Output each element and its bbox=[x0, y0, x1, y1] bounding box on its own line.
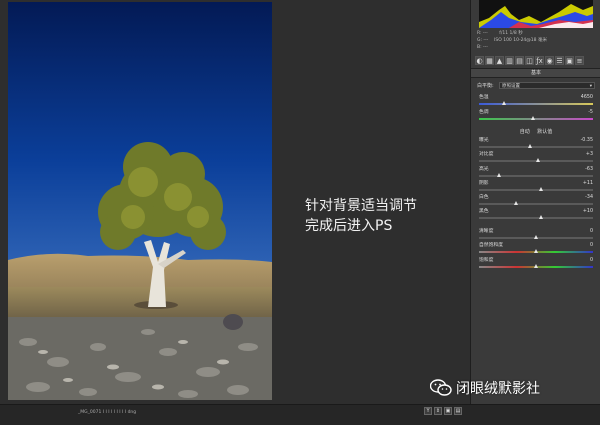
slider-row[interactable]: 饱和度 0 bbox=[477, 258, 595, 271]
chevron-down-icon: ▾ bbox=[589, 84, 592, 89]
slider-thumb[interactable] bbox=[527, 144, 532, 148]
slider-row[interactable]: 自然饱和度 0 bbox=[477, 243, 595, 256]
section-title: 基本 bbox=[471, 68, 600, 78]
curve-tab-icon[interactable]: ▦ bbox=[485, 56, 494, 65]
slider-value[interactable]: 0 bbox=[590, 243, 593, 249]
presets-tab-icon[interactable]: ☰ bbox=[555, 56, 564, 65]
slider-value[interactable]: -5 bbox=[588, 110, 593, 116]
slider-value[interactable]: 0 bbox=[590, 258, 593, 264]
slider-thumb[interactable] bbox=[535, 158, 540, 162]
info-r: R: --- bbox=[477, 31, 488, 36]
white-balance-select[interactable]: 原照设置 ▾ bbox=[499, 82, 595, 89]
slider-row[interactable]: 色调 -5 bbox=[477, 110, 595, 123]
basic-tab-icon[interactable]: ◐ bbox=[475, 56, 484, 65]
split-tone-tab-icon[interactable]: ▤ bbox=[515, 56, 524, 65]
slider-label: 对比度 bbox=[479, 152, 494, 157]
snapshot-tab-icon[interactable]: ▣ bbox=[565, 56, 574, 65]
camera-tab-icon[interactable]: ◉ bbox=[545, 56, 554, 65]
info-iso-lens: ISO 100 10-24@18 毫米 bbox=[494, 38, 547, 43]
slider-label: 色调 bbox=[479, 110, 489, 115]
slider-track[interactable] bbox=[479, 118, 593, 120]
slider-row[interactable]: 阴影 +11 bbox=[477, 181, 595, 194]
slider-thumb[interactable] bbox=[514, 201, 519, 205]
file-name: _MG_0071 I I I I I I I I I dng bbox=[78, 410, 137, 415]
lens-tab-icon[interactable]: ◫ bbox=[525, 56, 534, 65]
slider-value[interactable]: 0 bbox=[590, 229, 593, 235]
white-balance-label: 白平衡: bbox=[477, 83, 494, 89]
slider-row[interactable]: 高光 -63 bbox=[477, 167, 595, 180]
watermark-text: 闭眼绒默影社 bbox=[456, 381, 540, 397]
effects-tab-icon[interactable]: ƒx bbox=[535, 56, 544, 65]
slider-track[interactable] bbox=[479, 189, 593, 191]
slider-thumb[interactable] bbox=[531, 116, 536, 120]
photo-preview[interactable] bbox=[8, 2, 272, 400]
slider-value[interactable]: -34 bbox=[585, 195, 593, 201]
histogram bbox=[479, 0, 593, 28]
slider-track[interactable] bbox=[479, 103, 593, 105]
slider-row[interactable]: 白色 -34 bbox=[477, 195, 595, 208]
auto-button[interactable]: 自动 bbox=[520, 129, 530, 135]
slider-row[interactable]: 清晰度 0 bbox=[477, 229, 595, 242]
compare-button[interactable]: Y bbox=[424, 407, 432, 415]
copy-button[interactable]: ▣ bbox=[444, 407, 452, 415]
slider-row[interactable]: 黑色 +10 bbox=[477, 209, 595, 222]
slider-value[interactable]: 4650 bbox=[581, 95, 593, 101]
swap-button[interactable]: ⇕ bbox=[434, 407, 442, 415]
landscape-tree-image bbox=[8, 2, 272, 400]
slider-value[interactable]: -0.35 bbox=[581, 138, 593, 144]
info-exposure: f/11 1/8 秒 bbox=[499, 31, 523, 36]
instruction-line-2: 完成后进入PS bbox=[305, 218, 393, 234]
slider-thumb[interactable] bbox=[533, 249, 538, 253]
status-bar: _MG_0071 I I I I I I I I I dng Y ⇕ ▣ ▤ bbox=[0, 404, 600, 425]
slider-label: 饱和度 bbox=[479, 258, 494, 263]
preview-workspace: 针对背景适当调节 完成后进入PS bbox=[0, 0, 470, 404]
settings-button[interactable]: ▤ bbox=[454, 407, 462, 415]
camera-info: R: --- f/11 1/8 秒 G: --- ISO 100 10-24@1… bbox=[477, 30, 595, 52]
slider-label: 曝光 bbox=[479, 138, 489, 143]
detail-tab-icon[interactable]: ▲ bbox=[495, 56, 504, 65]
slider-row[interactable]: 色温 4650 bbox=[477, 95, 595, 108]
default-button[interactable]: 默认值 bbox=[537, 129, 552, 135]
white-balance-value: 原照设置 bbox=[502, 84, 520, 89]
slider-value[interactable]: -63 bbox=[585, 167, 593, 173]
watermark: 闭眼绒默影社 bbox=[430, 378, 540, 398]
slider-track[interactable] bbox=[479, 203, 593, 205]
info-g: G: --- bbox=[477, 38, 489, 43]
wechat-icon bbox=[430, 379, 452, 396]
view-buttons: Y ⇕ ▣ ▤ bbox=[424, 407, 462, 415]
slider-value[interactable]: +10 bbox=[583, 209, 593, 215]
menu-icon[interactable]: ≡ bbox=[575, 56, 584, 65]
slider-label: 色温 bbox=[479, 95, 489, 100]
slider-label: 白色 bbox=[479, 195, 489, 200]
hsl-tab-icon[interactable]: ▥ bbox=[505, 56, 514, 65]
slider-thumb[interactable] bbox=[497, 173, 502, 177]
slider-label: 高光 bbox=[479, 167, 489, 172]
slider-label: 自然饱和度 bbox=[479, 243, 503, 248]
slider-thumb[interactable] bbox=[501, 101, 506, 105]
panel-tabs: ◐ ▦ ▲ ▥ ▤ ◫ ƒx ◉ ☰ ▣ ≡ bbox=[475, 56, 597, 66]
info-b: B: --- bbox=[477, 45, 488, 50]
slider-thumb[interactable] bbox=[539, 215, 544, 219]
slider-value[interactable]: +3 bbox=[586, 152, 593, 158]
slider-row[interactable]: 对比度 +3 bbox=[477, 152, 595, 165]
instruction-line-1: 针对背景适当调节 bbox=[305, 198, 417, 214]
histogram-graph bbox=[479, 4, 593, 28]
slider-thumb[interactable] bbox=[533, 264, 538, 268]
develop-panel: R: --- f/11 1/8 秒 G: --- ISO 100 10-24@1… bbox=[470, 0, 600, 404]
slider-label: 清晰度 bbox=[479, 229, 494, 234]
instruction-text: 针对背景适当调节 完成后进入PS bbox=[305, 196, 417, 236]
white-balance-row: 白平衡: 原照设置 ▾ bbox=[477, 82, 595, 90]
slider-label: 黑色 bbox=[479, 209, 489, 214]
slider-value[interactable]: +11 bbox=[583, 181, 593, 187]
slider-row[interactable]: 曝光 -0.35 bbox=[477, 138, 595, 151]
slider-thumb[interactable] bbox=[533, 235, 538, 239]
auto-default-row: 自动 默认值 bbox=[471, 128, 600, 136]
slider-thumb[interactable] bbox=[539, 187, 544, 191]
slider-label: 阴影 bbox=[479, 181, 489, 186]
slider-track[interactable] bbox=[479, 217, 593, 219]
slider-track[interactable] bbox=[479, 146, 593, 148]
